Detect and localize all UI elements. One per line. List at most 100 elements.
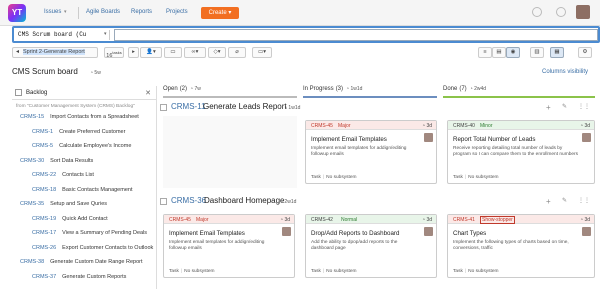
backlog-item[interactable]: CRMS-37 Generate Custom Reports (32, 274, 126, 280)
backlog-item-id[interactable]: CRMS-17 (32, 230, 56, 236)
assignee-filter-icon[interactable]: 👤▾ (140, 47, 162, 58)
help-icon[interactable] (532, 7, 542, 17)
backlog-item[interactable]: CRMS-5 Calculate Employee's Income (32, 143, 131, 149)
youtrack-logo[interactable]: YT (8, 4, 26, 22)
board-settings-gear-icon[interactable]: ⚙ (578, 47, 592, 58)
issue-card[interactable]: CRMS-42 Normal ◔ 3d Drop/Add Reports to Das… (305, 214, 437, 278)
swimlane-issue-id[interactable]: CRMS-36 (171, 196, 206, 205)
issue-card[interactable]: CRMS-40 Minor ◔ 3d Report Total Number of L… (447, 120, 595, 184)
chevron-down-icon[interactable]: ▾ (64, 9, 67, 15)
drag-handle-icon[interactable]: ⋮⋮ (578, 197, 590, 204)
nav-projects[interactable]: Projects (166, 9, 188, 15)
backlog-item[interactable]: CRMS-38 Generate Custom Date Range Report (20, 259, 142, 265)
card-subsystem[interactable]: No subsystem (468, 175, 498, 180)
backlog-item-id[interactable]: CRMS-37 (32, 274, 56, 280)
card-title[interactable]: Chart Types (453, 230, 486, 237)
backlog-item-id[interactable]: CRMS-18 (32, 187, 56, 193)
backlog-item-id[interactable]: CRMS-30 (20, 158, 44, 164)
card-issue-id[interactable]: CRMS-42 (311, 217, 333, 223)
edit-icon[interactable]: ✎ (562, 197, 567, 204)
close-icon[interactable]: ✕ (145, 89, 151, 97)
column-header-in-progress[interactable]: In Progress (3) ◔ 1w1d (303, 86, 437, 98)
card-issue-id[interactable]: CRMS-40 (453, 123, 475, 129)
issue-card[interactable]: CRMS-45 Major ◔ 3d Implement Email Template… (163, 214, 295, 278)
assignee-avatar[interactable] (282, 227, 291, 236)
add-card-icon[interactable]: + (546, 197, 551, 206)
nav-agile-boards[interactable]: Agile Boards (86, 9, 120, 15)
drag-handle-icon[interactable]: ⋮⋮ (578, 103, 590, 110)
card-subsystem[interactable]: No subsystem (326, 175, 356, 180)
chevron-down-icon[interactable]: ▾ (104, 31, 107, 37)
backlog-item[interactable]: CRMS-18 Basic Contacts Management (32, 187, 132, 193)
backlog-item-id[interactable]: CRMS-38 (20, 259, 44, 265)
attachment-icon[interactable]: ⌀ (228, 47, 246, 58)
backlog-item[interactable]: CRMS-26 Export Customer Contacts to Outlo… (32, 245, 153, 251)
card-title[interactable]: Drop/Add Reports to Dashboard (311, 230, 399, 237)
view-detailed-icon[interactable]: ◉ (506, 47, 520, 58)
backlog-item[interactable]: CRMS-15 Import Contacts from a Spreadshee… (20, 114, 139, 120)
nav-reports[interactable]: Reports (131, 9, 152, 15)
assignee-avatar[interactable] (424, 133, 433, 142)
view-compact-icon[interactable]: ▤ (492, 47, 506, 58)
backlog-item[interactable]: CRMS-22 Contacts List (32, 172, 94, 178)
issue-card[interactable]: CRMS-45 Major ◔ 3d Implement Email Template… (305, 120, 437, 184)
card-type[interactable]: Task (311, 175, 321, 180)
add-card-icon[interactable]: + (546, 103, 551, 112)
chart-icon[interactable]: ▥ (530, 47, 544, 58)
card-issue-id[interactable]: CRMS-45 (169, 217, 191, 223)
search-query-input[interactable] (114, 29, 598, 41)
card-type[interactable]: Task (311, 269, 321, 274)
nav-issues[interactable]: Issues (44, 9, 61, 15)
card-subsystem[interactable]: No subsystem (326, 269, 356, 274)
backlog-item-id[interactable]: CRMS-19 (32, 216, 56, 222)
board-selector[interactable]: CMS Scrum board (Cu (16, 30, 110, 40)
backlog-item-id[interactable]: CRMS-15 (20, 114, 44, 120)
card-issue-id[interactable]: CRMS-45 (311, 123, 333, 129)
column-header-done[interactable]: Done (7) ◔ 2w4d (443, 86, 595, 98)
card-title[interactable]: Implement Email Templates (169, 230, 245, 237)
edit-icon[interactable]: ✎ (562, 103, 567, 110)
assignee-avatar[interactable] (424, 227, 433, 236)
backlog-item[interactable]: CRMS-30 Sort Data Results (20, 158, 93, 164)
card-title[interactable]: Report Total Number of Leads (453, 136, 535, 143)
user-avatar[interactable] (576, 5, 590, 19)
backlog-item-id[interactable]: CRMS-26 (32, 245, 56, 251)
swimlane-checkbox[interactable] (160, 198, 167, 205)
sprint-selector[interactable]: ◂ Sprint 2-Generate Report (12, 47, 98, 58)
link-icon[interactable]: ∞▾ (184, 47, 206, 58)
card-subsystem[interactable]: No subsystem (184, 269, 214, 274)
backlog-item[interactable]: CRMS-17 View a Summary of Pending Deals (32, 230, 147, 236)
card-title[interactable]: Implement Email Templates (311, 136, 387, 143)
column-header-open[interactable]: Open (2) ◔ 7w (163, 86, 297, 98)
backlog-item[interactable]: CRMS-35 Setup and Save Quries (20, 201, 107, 207)
backlog-item-id[interactable]: CRMS-22 (32, 172, 56, 178)
card-type[interactable]: Task (169, 269, 179, 274)
create-button[interactable]: Create ▾ (201, 7, 239, 19)
tag-icon[interactable]: ◇▾ (208, 47, 226, 58)
open-column-drop-area[interactable] (163, 116, 297, 188)
card-issue-id[interactable]: CRMS-41 (453, 217, 475, 223)
swimlane-issue-id[interactable]: CRMS-11 (171, 102, 206, 111)
card-type[interactable]: Task (453, 269, 463, 274)
comment-icon[interactable]: ▭ (164, 47, 182, 58)
backlog-item[interactable]: CRMS-19 Quick Add Contact (32, 216, 108, 222)
backlog-item[interactable]: CRMS-1 Create Preferred Customer (32, 129, 125, 135)
card-subsystem[interactable]: No subsystem (468, 269, 498, 274)
settings-gear-icon[interactable] (556, 7, 566, 17)
card-size-icon[interactable]: ▭▾ (252, 47, 272, 58)
backlog-item-id[interactable]: CRMS-1 (32, 129, 53, 135)
arrow-right-icon[interactable]: ▸ (128, 47, 139, 58)
assignee-avatar[interactable] (582, 227, 591, 236)
swimlane-header[interactable]: CRMS-36 Dashboard Homepage ◔ 2w1d + ✎ ⋮⋮ (160, 195, 600, 209)
backlog-item-id[interactable]: CRMS-35 (20, 201, 44, 207)
backlog-toggle-icon[interactable]: ▦ (550, 47, 564, 58)
swimlane-header[interactable]: CRMS-11 Generate Leads Report ◔ 1w1d + ✎ ⋮⋮ (160, 101, 600, 115)
view-list-icon[interactable]: ≡ (478, 47, 492, 58)
card-type[interactable]: Task (453, 175, 463, 180)
assignee-avatar[interactable] (582, 133, 591, 142)
swimlane-checkbox[interactable] (160, 104, 167, 111)
backlog-select-checkbox[interactable] (15, 89, 22, 96)
issue-card[interactable]: CRMS-41 Show-stopper ◔ 3d Chart Types Implem… (447, 214, 595, 278)
columns-visibility-link[interactable]: Columns visibility (542, 69, 588, 75)
backlog-item-id[interactable]: CRMS-5 (32, 143, 53, 149)
